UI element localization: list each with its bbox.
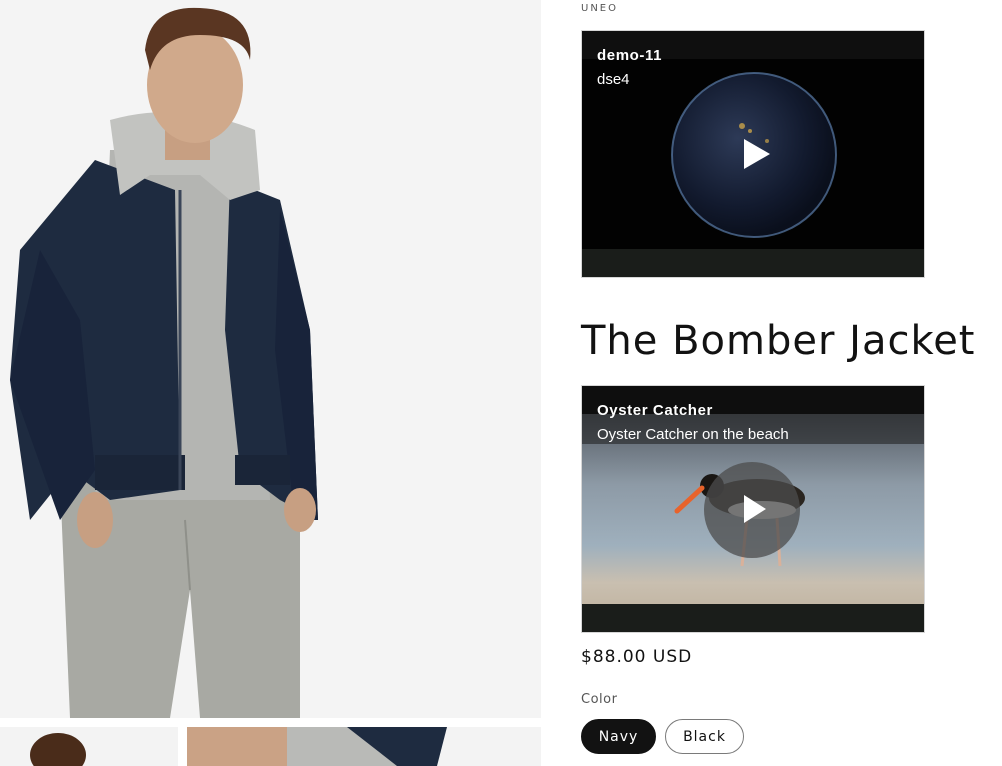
product-price: $88.00 USD bbox=[581, 647, 693, 667]
video-subtitle: dse4 bbox=[597, 71, 630, 88]
product-thumbnail-2[interactable] bbox=[187, 727, 541, 766]
product-thumbnail-1[interactable] bbox=[0, 727, 178, 766]
video-title: Oyster Catcher bbox=[597, 402, 713, 419]
color-swatches: Navy Black bbox=[581, 719, 744, 754]
play-icon[interactable] bbox=[742, 493, 768, 525]
video-title: demo-11 bbox=[597, 47, 663, 64]
thumbnail-photo bbox=[187, 727, 541, 766]
play-icon[interactable] bbox=[742, 137, 772, 171]
color-option-label: Color bbox=[581, 692, 618, 707]
vendor-label: UNEO bbox=[581, 3, 618, 14]
model-photo bbox=[0, 0, 541, 718]
video-control-bar[interactable] bbox=[582, 249, 924, 277]
color-option-black[interactable]: Black bbox=[665, 719, 744, 754]
thumbnail-photo bbox=[0, 727, 178, 766]
product-title: The Bomber Jacket bbox=[581, 318, 976, 364]
video-subtitle: Oyster Catcher on the beach bbox=[597, 426, 789, 443]
color-option-navy[interactable]: Navy bbox=[581, 719, 656, 754]
video-control-bar[interactable] bbox=[582, 604, 924, 632]
video-player-1[interactable]: demo-11 dse4 bbox=[581, 30, 925, 278]
product-main-image[interactable] bbox=[0, 0, 541, 718]
video-player-2[interactable]: Oyster Catcher Oyster Catcher on the bea… bbox=[581, 385, 925, 633]
